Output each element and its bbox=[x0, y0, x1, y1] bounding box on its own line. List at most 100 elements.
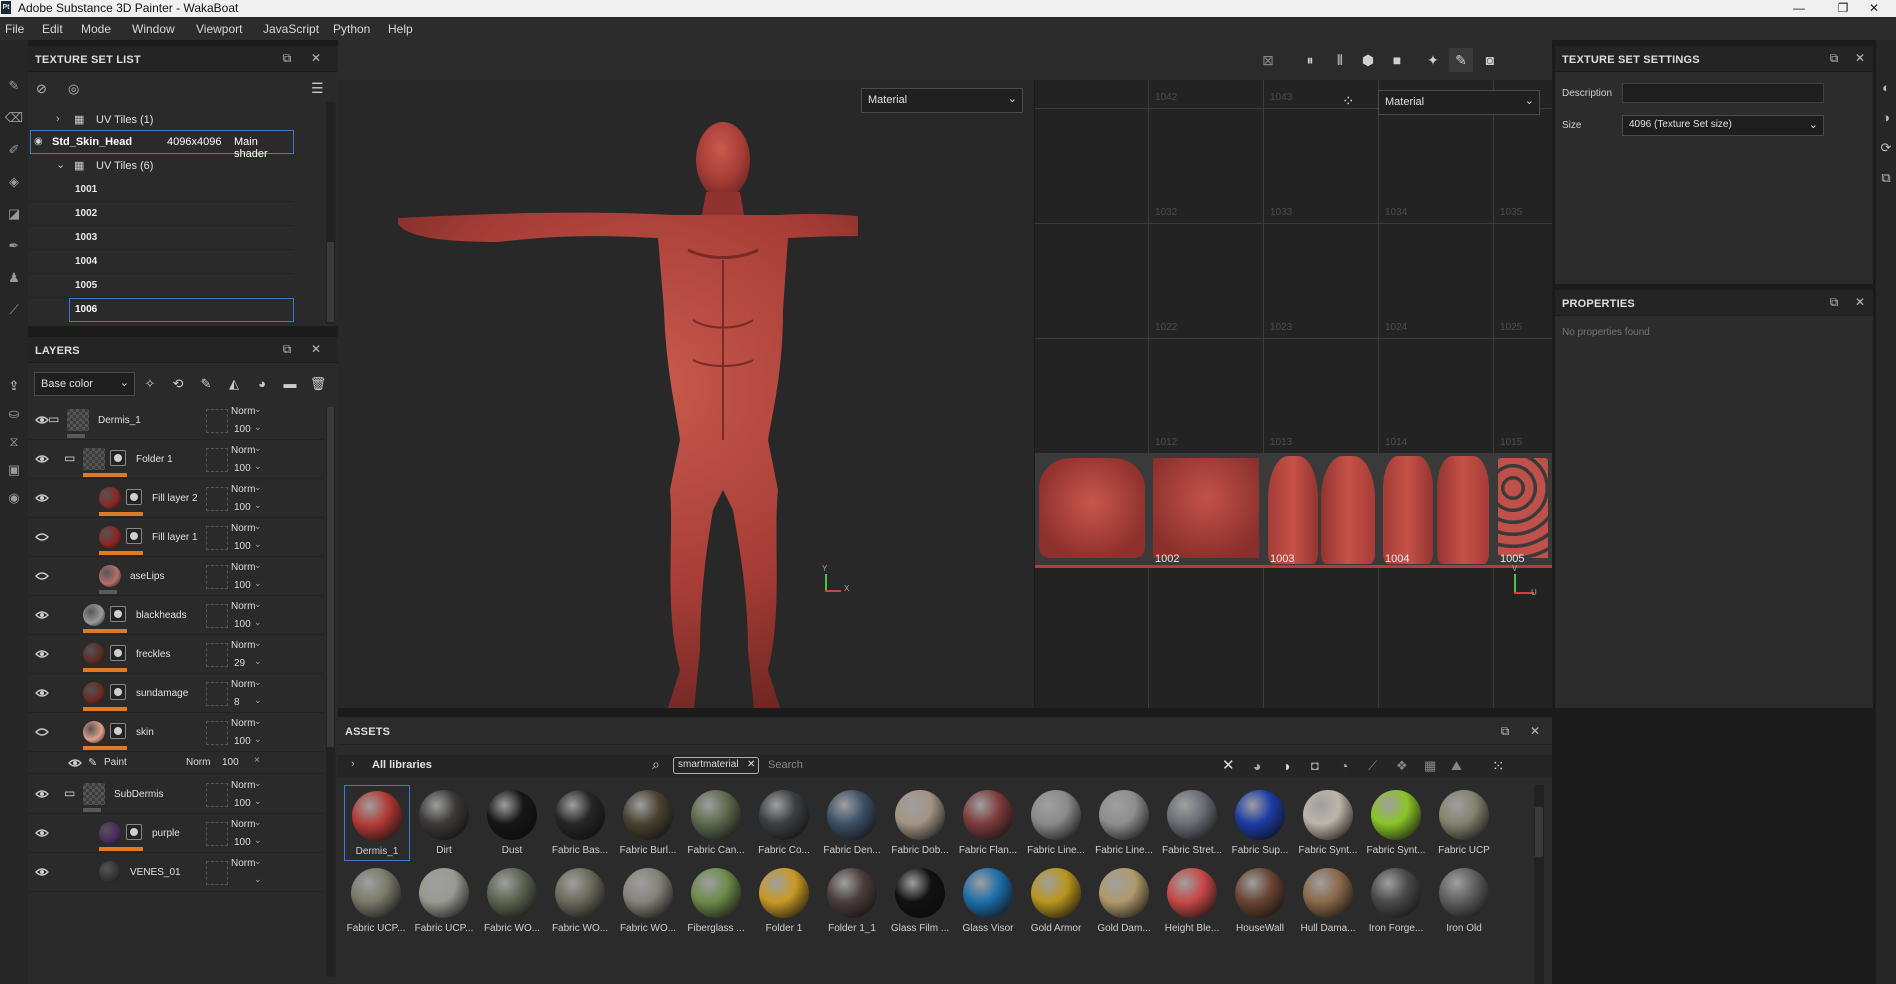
filter-generators-icon[interactable]: ◔ bbox=[1340, 758, 1348, 774]
asset-tile[interactable]: Fabric Den... bbox=[820, 785, 886, 861]
history-icon[interactable]: ⟳ bbox=[1876, 138, 1896, 158]
opacity-value[interactable]: 100 bbox=[234, 580, 251, 591]
layer-mask-slot[interactable] bbox=[206, 861, 228, 885]
filter-smart-materials-icon[interactable]: ◑ bbox=[1282, 758, 1290, 774]
asset-tile[interactable]: Fabric Sup... bbox=[1228, 785, 1294, 861]
chevron-right-icon[interactable]: › bbox=[351, 758, 355, 770]
smudge-tool-icon[interactable]: ◪ bbox=[4, 204, 24, 224]
close-panel-icon[interactable]: ✕ bbox=[309, 51, 323, 65]
undock-icon[interactable]: ⧉ bbox=[1827, 51, 1841, 65]
filter-brushes-icon[interactable]: ⟋ bbox=[1368, 758, 1377, 774]
asset-tile[interactable]: Fabric UCP bbox=[1432, 785, 1498, 861]
asset-tile[interactable]: Glass Film ... bbox=[888, 863, 954, 939]
asset-tile[interactable]: Glass Visor bbox=[956, 863, 1022, 939]
human-model[interactable] bbox=[388, 110, 858, 710]
opacity-value[interactable]: 100 bbox=[234, 541, 251, 552]
display-settings-icon[interactable]: ▣ bbox=[4, 460, 24, 480]
clone-tool-icon[interactable]: ✒ bbox=[4, 236, 24, 256]
layer-row[interactable]: ▭ Folder 1 Norm ⌄ 100 ⌄ bbox=[28, 440, 324, 479]
menu-viewport[interactable]: Viewport bbox=[196, 22, 242, 36]
opacity-value[interactable]: 29 bbox=[234, 658, 245, 669]
mask-thumbnail[interactable] bbox=[110, 450, 126, 466]
layer-mask-slot[interactable] bbox=[206, 565, 228, 589]
mask-thumbnail[interactable] bbox=[110, 645, 126, 661]
asset-tile[interactable]: Folder 1 bbox=[752, 863, 818, 939]
asset-tile[interactable]: Fabric UCP... bbox=[344, 863, 410, 939]
visibility-eye-icon[interactable] bbox=[68, 758, 82, 768]
layer-mask-slot[interactable] bbox=[206, 822, 228, 846]
add-effect-icon[interactable]: ✧ bbox=[140, 374, 160, 394]
menu-python[interactable]: Python bbox=[333, 22, 370, 36]
visibility-icon[interactable]: ◎ bbox=[68, 81, 79, 97]
clear-search-icon[interactable]: ✕ bbox=[1222, 756, 1235, 774]
eye-icon[interactable]: ◉ bbox=[34, 136, 43, 147]
close-window-button[interactable]: ✕ bbox=[1852, 0, 1896, 17]
description-input[interactable] bbox=[1622, 83, 1824, 103]
uv-tiles-group-1[interactable]: › ▦ UV Tiles (1) bbox=[28, 108, 338, 132]
mask-thumbnail[interactable] bbox=[126, 489, 142, 505]
visibility-eye-icon[interactable] bbox=[35, 610, 49, 620]
layer-row[interactable]: skin Norm ⌄ 100 ⌄ bbox=[28, 713, 324, 752]
layer-mask-slot[interactable] bbox=[206, 643, 228, 667]
uv-tiles-group-2[interactable]: ⌄ ▦ UV Tiles (6) bbox=[28, 154, 338, 178]
asset-tile[interactable]: Fabric Line... bbox=[1024, 785, 1090, 861]
asset-tile[interactable]: Fabric Can... bbox=[684, 785, 750, 861]
asset-tile[interactable]: Iron Old bbox=[1432, 863, 1498, 939]
blend-mode[interactable]: Norm bbox=[186, 757, 210, 768]
layer-row[interactable]: sundamage Norm ⌄ 8 ⌄ bbox=[28, 674, 324, 713]
blend-mode[interactable]: Norm bbox=[231, 858, 255, 869]
opacity-value[interactable]: 100 bbox=[234, 837, 251, 848]
search-input[interactable]: Search bbox=[768, 759, 803, 771]
blend-mode[interactable]: Norm bbox=[231, 406, 255, 417]
visibility-eye-icon[interactable] bbox=[35, 493, 49, 503]
layer-row[interactable]: VENES_01 Norm ⌄ ⌄ bbox=[28, 853, 324, 892]
layer-row[interactable]: aseLips Norm ⌄ 100 ⌄ bbox=[28, 557, 324, 596]
layer-mask-slot[interactable] bbox=[206, 604, 228, 628]
opacity-value[interactable]: 100 bbox=[234, 424, 251, 435]
picker-tool-icon[interactable]: ♟ bbox=[4, 268, 24, 288]
channel-select[interactable]: Base color ⌄ bbox=[34, 372, 135, 396]
blend-mode[interactable]: Norm bbox=[231, 484, 255, 495]
asset-tile[interactable]: Fabric Dob... bbox=[888, 785, 954, 861]
filter-particles-icon[interactable]: ❖ bbox=[1396, 758, 1408, 774]
asset-tile[interactable]: Fabric Stret... bbox=[1160, 785, 1226, 861]
filter-masks-icon[interactable]: ◘ bbox=[1311, 758, 1319, 773]
screenshot-icon[interactable]: ◙ bbox=[1478, 48, 1502, 72]
scrollbar[interactable] bbox=[1534, 785, 1544, 984]
minimize-button[interactable]: — bbox=[1777, 0, 1821, 17]
asset-tile[interactable]: Fabric Bas... bbox=[548, 785, 614, 861]
scrollbar[interactable] bbox=[326, 102, 335, 324]
shader-settings-icon[interactable]: ◉ bbox=[4, 488, 24, 508]
visibility-eye-icon[interactable] bbox=[35, 571, 49, 581]
layer-row[interactable]: blackheads Norm ⌄ 100 ⌄ bbox=[28, 596, 324, 635]
asset-tile[interactable]: Fiberglass ... bbox=[684, 863, 750, 939]
menu-list-icon[interactable]: ☰ bbox=[311, 80, 324, 97]
blend-mode[interactable]: Norm bbox=[231, 679, 255, 690]
hide-icon[interactable]: ⊠ bbox=[1256, 48, 1280, 72]
filter-tag[interactable]: smartmaterial ✕ bbox=[673, 757, 759, 774]
menu-javascript[interactable]: JavaScript bbox=[263, 22, 319, 36]
visibility-eye-icon[interactable] bbox=[35, 867, 49, 877]
asset-tile[interactable]: Fabric WO... bbox=[548, 863, 614, 939]
layer-row[interactable]: ▭ Dermis_1 Norm ⌄ 100 ⌄ bbox=[28, 401, 324, 440]
asset-tile[interactable]: Iron Forge... bbox=[1364, 863, 1430, 939]
pause-icon[interactable]: ⏸ bbox=[1298, 48, 1322, 72]
bake-icon[interactable]: ⛀ bbox=[4, 404, 24, 424]
export-icon[interactable]: ⇪ bbox=[4, 376, 24, 396]
undock-icon[interactable]: ⧉ bbox=[280, 342, 294, 356]
material-mode-select-2d[interactable]: Material ⌄ bbox=[1378, 90, 1540, 115]
hide-all-icon[interactable]: ⊘ bbox=[36, 81, 47, 97]
blend-mode[interactable]: Norm bbox=[231, 562, 255, 573]
menu-file[interactable]: File bbox=[5, 22, 24, 36]
asset-tile[interactable]: Dirt bbox=[412, 785, 478, 861]
uv-tile-row[interactable]: 1004 bbox=[28, 250, 294, 274]
blend-mode[interactable]: Norm bbox=[231, 523, 255, 534]
camera-icon[interactable]: ■ bbox=[1385, 48, 1409, 72]
paint-effect-row[interactable]: ✎ Paint Norm 100 × bbox=[28, 752, 324, 774]
mask-thumbnail[interactable] bbox=[110, 723, 126, 739]
asset-tile[interactable]: Folder 1_1 bbox=[820, 863, 886, 939]
texture-set-row[interactable]: ◉ Std_Skin_Head 4096x4096 Main shader bbox=[30, 130, 294, 160]
layer-row[interactable]: ▭ SubDermis Norm ⌄ 100 ⌄ bbox=[28, 775, 324, 814]
layer-mask-slot[interactable] bbox=[206, 682, 228, 706]
undock-icon[interactable]: ⧉ bbox=[1498, 724, 1512, 738]
